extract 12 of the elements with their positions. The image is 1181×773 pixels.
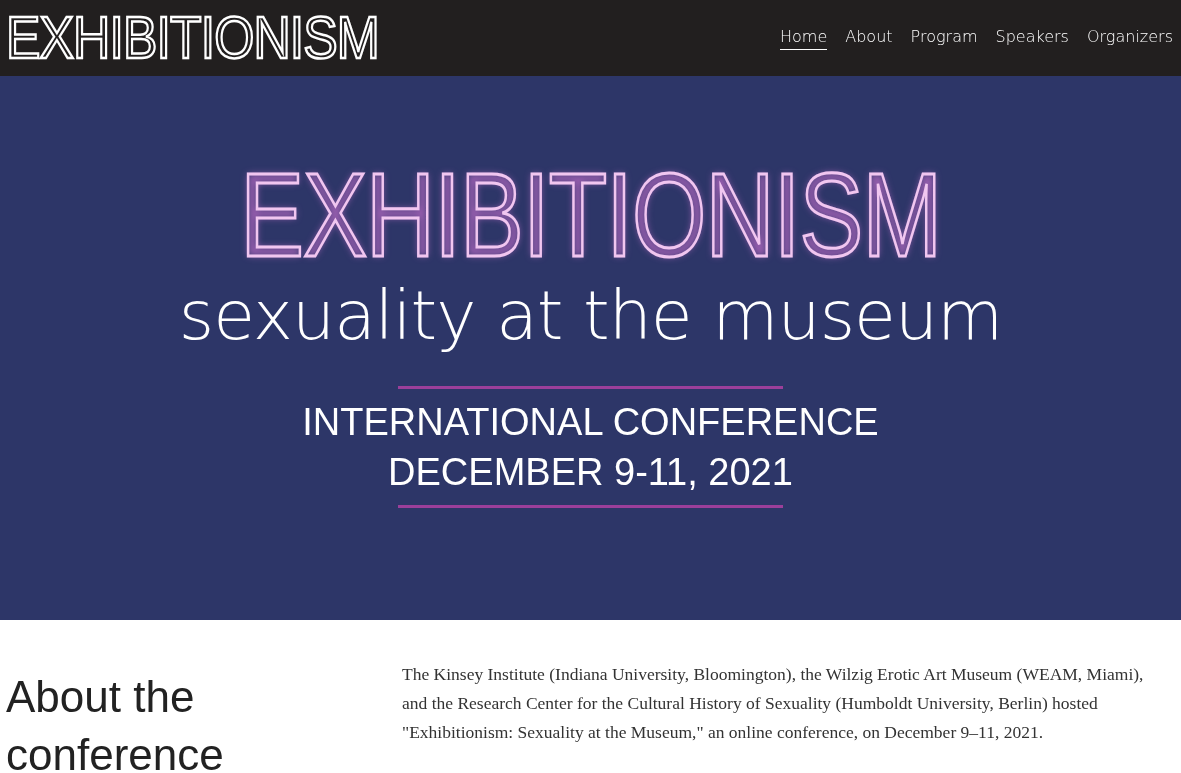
- banner-subtitle: sexuality at the museum: [178, 282, 1003, 350]
- nav-link[interactable]: Program: [910, 26, 978, 50]
- nav-link[interactable]: Speakers: [995, 26, 1069, 50]
- nav-link[interactable]: About: [845, 26, 893, 50]
- site-logo[interactable]: EXHIBITIONISM: [6, 8, 379, 68]
- banner-text: DECEMBER 9-11, 2021: [387, 450, 794, 495]
- nav-link[interactable]: Home: [780, 26, 828, 50]
- about-paragraph: The Kinsey Institute (Indiana University, Bloomington), the Wilzig Erotic Art Museum (WEAM, Miami), and the Research Center for the Cultural History of Sexuality (Humboldt University, Berlin) hosted "Exhibitionism: Sexuality at the Museum," an online conference, on December 9–11, 2021.: [402, 663, 1145, 744]
- section-heading: About the conference: [6, 671, 225, 773]
- banner-title: EXHIBITIONISM: [239, 156, 942, 274]
- nav-link[interactable]: Organizers: [1086, 26, 1173, 50]
- banner-text: INTERNATIONAL CONFERENCE: [302, 400, 879, 445]
